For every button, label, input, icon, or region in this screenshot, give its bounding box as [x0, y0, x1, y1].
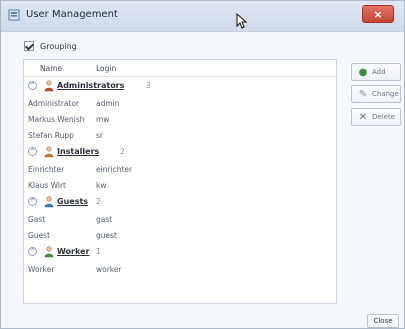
group-label[interactable]: Worker [57, 247, 89, 256]
user-name: Stefan Rupp [28, 131, 74, 140]
window-title: User Management [26, 9, 118, 20]
grouping-label: Grouping [40, 41, 77, 51]
grouping-checkbox-row[interactable]: Grouping [24, 41, 77, 51]
table-row[interactable]: Einrichter einrichter [24, 161, 336, 177]
group-count: 3 [146, 81, 151, 90]
table-row[interactable]: Klaus Wirt kw [24, 177, 336, 193]
window-close-button[interactable]: × [362, 5, 394, 23]
user-name: Guest [28, 231, 51, 240]
user-login: mw [96, 115, 110, 124]
group-count: 2 [120, 147, 125, 156]
group-label[interactable]: Installers [57, 147, 99, 156]
change-button[interactable]: ✎ Change [351, 85, 401, 103]
close-icon: × [373, 7, 383, 21]
user-management-window: User Management × Grouping Name Login ^ … [0, 0, 405, 329]
add-button-label: Add [372, 68, 386, 76]
user-group-icon [44, 196, 54, 208]
user-login: kw [96, 181, 107, 190]
user-name: Worker [28, 265, 55, 274]
list-header: Name Login [24, 60, 336, 77]
user-group-icon [44, 246, 54, 258]
add-icon: ● [358, 66, 368, 78]
table-row[interactable]: Markus Wenish mw [24, 111, 336, 127]
user-name: Gast [28, 215, 46, 224]
group-count: 1 [96, 247, 101, 256]
app-icon [8, 9, 20, 21]
add-button[interactable]: ● Add [351, 63, 401, 81]
user-login: worker [96, 265, 122, 274]
group-label[interactable]: Administrators [57, 81, 124, 90]
user-list[interactable]: Name Login ^ Administrators 3 Administra… [23, 59, 337, 304]
pencil-icon: ✎ [358, 88, 368, 100]
collapse-icon[interactable]: ^ [28, 147, 37, 156]
collapse-icon[interactable]: ^ [28, 247, 37, 256]
user-login: einrichter [96, 165, 133, 174]
user-login: sr [96, 131, 103, 140]
collapse-icon[interactable]: ^ [28, 81, 37, 90]
table-row[interactable]: Guest guest [24, 227, 336, 243]
group-administrators[interactable]: ^ Administrators 3 [24, 77, 336, 95]
user-login: gast [96, 215, 113, 224]
change-button-label: Change [372, 90, 399, 98]
group-count: 2 [96, 197, 101, 206]
user-name: Einrichter [28, 165, 65, 174]
grouping-checkbox[interactable] [24, 41, 34, 51]
group-installers[interactable]: ^ Installers 2 [24, 143, 336, 161]
user-login: guest [96, 231, 117, 240]
close-button[interactable]: Close [367, 314, 399, 328]
collapse-icon[interactable]: ^ [28, 197, 37, 206]
column-header-login[interactable]: Login [96, 64, 116, 73]
table-row[interactable]: Stefan Rupp sr [24, 127, 336, 143]
table-row[interactable]: Administrator admin [24, 95, 336, 111]
group-guests[interactable]: ^ Guests 2 [24, 193, 336, 211]
delete-button-label: Delete [372, 113, 395, 121]
user-login: admin [96, 99, 120, 108]
table-row[interactable]: Gast gast [24, 211, 336, 227]
user-name: Markus Wenish [28, 115, 85, 124]
column-header-name[interactable]: Name [40, 64, 62, 73]
delete-button[interactable]: ✕ Delete [351, 108, 401, 126]
delete-icon: ✕ [358, 111, 368, 123]
user-name: Klaus Wirt [28, 181, 67, 190]
mouse-cursor-icon [236, 13, 248, 29]
group-label[interactable]: Guests [57, 197, 88, 206]
user-group-icon [44, 146, 54, 158]
group-worker[interactable]: ^ Worker 1 [24, 243, 336, 261]
title-bar: User Management × [1, 1, 404, 32]
table-row[interactable]: Worker worker [24, 261, 336, 277]
user-name: Administrator [28, 99, 80, 108]
user-group-icon [44, 80, 54, 92]
